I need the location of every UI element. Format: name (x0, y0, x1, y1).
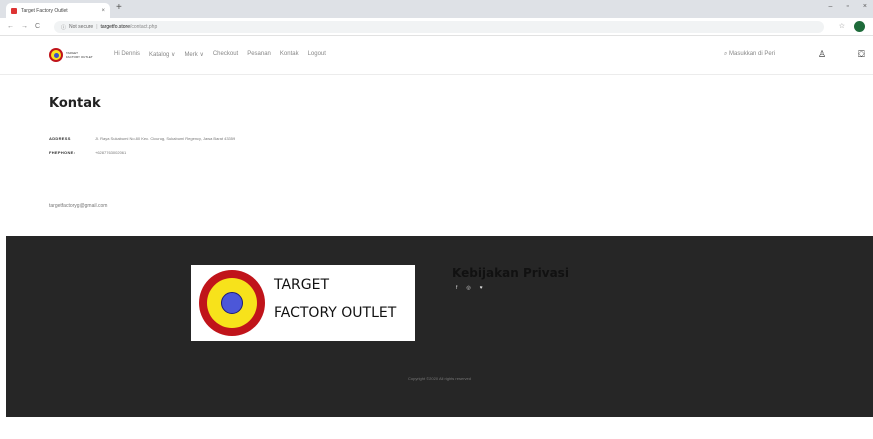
site-footer: TARGET FACTORY OUTLET Kebijakan Privasi … (6, 236, 873, 417)
bookmark-star-icon[interactable]: ☆ (839, 22, 845, 30)
browser-toolbar: ← → C ⓘ Not secure | targetfo.store /con… (0, 18, 873, 36)
user-icon[interactable]: ♙ (818, 49, 826, 60)
url-path: /contact.php (129, 24, 158, 30)
page-title: Kontak (49, 96, 101, 111)
insecure-label: Not secure (69, 24, 94, 30)
menu-item-kontak[interactable]: Kontak (280, 51, 299, 58)
footer-logo: TARGET FACTORY OUTLET (191, 265, 415, 341)
search-label: Masukkan di Peri (729, 51, 776, 57)
browser-tabstrip: Target Factory Outlet × + – ▫ × (0, 0, 873, 18)
reload-button[interactable]: C (35, 23, 40, 30)
phone-value: +6287763002061 (95, 150, 127, 155)
facebook-icon[interactable]: f (456, 285, 457, 291)
footer-logo-line1: TARGET (274, 277, 330, 293)
social-links: f ◎ ♥ (456, 285, 483, 291)
menu-item-greeting[interactable]: Hi Dennis (114, 51, 140, 58)
maximize-button[interactable]: ▫ (846, 3, 848, 10)
site-header: TARGET FACTORY OUTLET Hi Dennis Katalog … (0, 37, 873, 75)
profile-avatar[interactable] (854, 21, 865, 32)
menu-item-pesanan[interactable]: Pesanan (247, 51, 271, 58)
address-label: ADDRESS (49, 136, 71, 141)
logo-ring-center (221, 292, 243, 314)
new-tab-button[interactable]: + (116, 2, 122, 13)
menu-item-katalog[interactable]: Katalog ∨ (149, 51, 175, 58)
info-icon[interactable]: ⓘ (61, 24, 66, 31)
address-bar[interactable]: ⓘ Not secure | targetfo.store /contact.p… (54, 21, 824, 33)
favicon-icon (11, 7, 17, 14)
forward-button[interactable]: → (21, 23, 28, 30)
address-row: ADDRESS Jl. Raya Sukabumi No.80 Kec. Cic… (49, 136, 235, 141)
tab-close-icon[interactable]: × (101, 8, 105, 14)
window-controls: – ▫ × (829, 3, 867, 10)
close-window-button[interactable]: × (863, 3, 867, 10)
url-separator: | (96, 24, 98, 30)
address-value: Jl. Raya Sukabumi No.80 Kec. Cicurug, Su… (95, 136, 236, 141)
menu-item-logout[interactable]: Logout (308, 51, 326, 58)
instagram-icon[interactable]: ◎ (466, 285, 470, 291)
privacy-policy-title[interactable]: Kebijakan Privasi (452, 266, 569, 280)
menu-item-merk[interactable]: Merk ∨ (184, 51, 203, 58)
logo-target-icon (49, 48, 63, 62)
browser-tab[interactable]: Target Factory Outlet × (6, 3, 110, 18)
tab-title: Target Factory Outlet (21, 7, 68, 14)
search-icon: ⌕ (724, 51, 728, 57)
site-logo[interactable]: TARGET FACTORY OUTLET (49, 48, 93, 62)
url-host: targetfo.store (100, 24, 130, 30)
header-search[interactable]: ⌕ Masukkan di Peri (724, 51, 775, 58)
bag-icon[interactable]: ⛋ (858, 49, 865, 60)
minimize-button[interactable]: – (829, 3, 833, 10)
email-link[interactable]: targetfactoryg@gmail.com (49, 203, 107, 209)
twitter-icon[interactable]: ♥ (480, 285, 483, 291)
copyright-text: Copyright ©2020 All rights reserved (408, 376, 471, 381)
menu-item-checkout[interactable]: Checkout (213, 51, 238, 58)
phone-row: FHEPHONE: +6287763002061 (49, 150, 126, 155)
phone-label: FHEPHONE: (49, 150, 76, 155)
footer-logo-line2: FACTORY OUTLET (274, 305, 397, 321)
back-button[interactable]: ← (7, 23, 14, 30)
main-menu: Hi Dennis Katalog ∨ Merk ∨ Checkout Pesa… (114, 51, 326, 58)
logo-text: TARGET FACTORY OUTLET (66, 51, 93, 59)
